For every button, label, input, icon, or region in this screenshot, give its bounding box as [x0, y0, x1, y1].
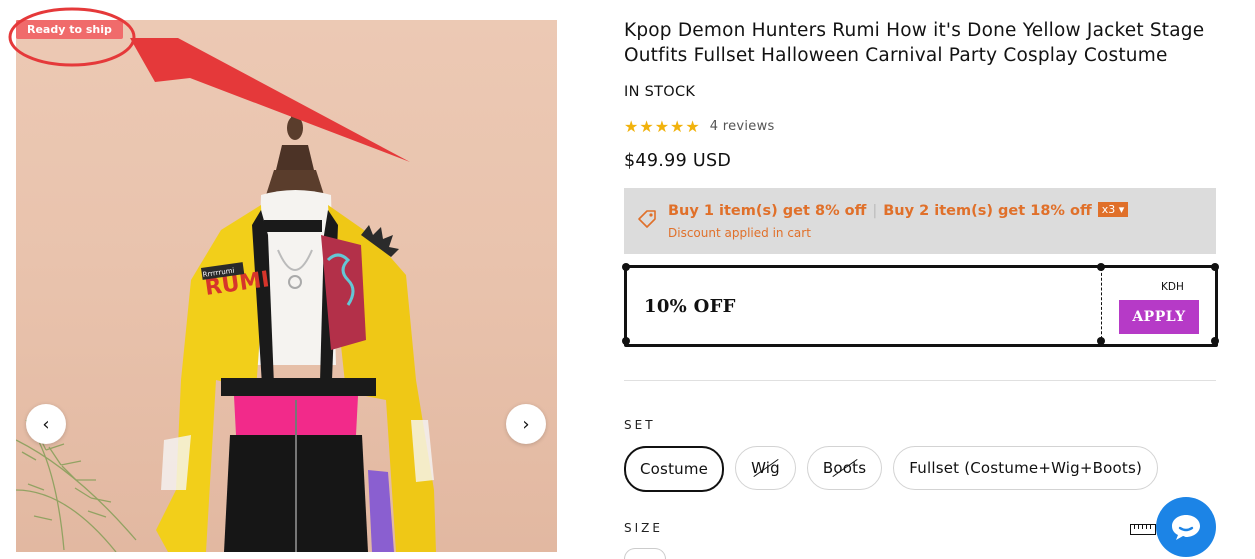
set-option-costume[interactable]: Costume — [624, 446, 725, 492]
set-option-boots[interactable]: Boots — [806, 446, 883, 490]
coupon-corner — [1097, 263, 1105, 271]
set-option-wig[interactable]: Wig — [735, 446, 796, 490]
apply-coupon-button[interactable]: APPLY — [1119, 300, 1199, 334]
caret-down-icon: ▾ — [1118, 203, 1125, 216]
set-options: Costume Wig Boots Fullset (Costume+Wig+B… — [624, 446, 1159, 492]
set-option-label: SET — [624, 418, 656, 432]
chat-button[interactable] — [1156, 497, 1216, 557]
star-icon: ★ — [639, 117, 654, 136]
coupon-divider — [1101, 268, 1102, 344]
star-icon: ★ — [624, 117, 639, 136]
offer-2: Buy 2 item(s) get 18% off — [883, 203, 1092, 219]
product-info: Kpop Demon Hunters Rumi How it's Done Ye… — [624, 18, 1216, 171]
review-count[interactable]: 4 reviews — [710, 119, 775, 134]
option-label: Costume — [640, 460, 709, 478]
size-option[interactable] — [624, 548, 666, 559]
rating[interactable]: ★ ★ ★ ★ ★ 4 reviews — [624, 117, 775, 136]
coupon-corner — [1211, 337, 1219, 345]
discount-note: Discount applied in cart — [668, 226, 811, 240]
price: $49.99 USD — [624, 151, 732, 171]
size-option-label: SIZE — [624, 521, 663, 535]
offer-1: Buy 1 item(s) get 8% off — [668, 203, 867, 219]
ready-to-ship-badge: Ready to ship — [16, 20, 123, 39]
product-image[interactable]: RUMI Rrrrrrumi — [16, 20, 557, 552]
tag-icon — [638, 210, 656, 228]
coupon-corner — [1211, 263, 1219, 271]
star-icon: ★ — [685, 117, 700, 136]
coupon-discount: 10% OFF — [644, 296, 736, 317]
stock-status: IN STOCK — [624, 84, 696, 100]
chevron-right-icon: › — [522, 413, 530, 435]
more-offers-count: x3 — [1101, 203, 1116, 216]
option-label: Fullset (Costume+Wig+Boots) — [909, 459, 1143, 477]
coupon-code: KDH — [1161, 281, 1184, 293]
next-image-button[interactable]: › — [506, 404, 546, 444]
coupon-corner — [622, 337, 630, 345]
set-option-fullset[interactable]: Fullset (Costume+Wig+Boots) — [893, 446, 1159, 490]
chevron-left-icon: ‹ — [42, 413, 50, 435]
chat-bubble-icon — [1172, 515, 1200, 540]
ruler-icon[interactable] — [1130, 524, 1156, 535]
coupon-card: 10% OFF KDH APPLY — [622, 263, 1219, 347]
offer-separator: | — [872, 203, 878, 219]
more-offers-dropdown[interactable]: x3 ▾ — [1097, 202, 1129, 217]
divider — [624, 380, 1216, 381]
coupon-corner — [1097, 337, 1105, 345]
product-title: Kpop Demon Hunters Rumi How it's Done Ye… — [624, 20, 1205, 66]
costume-photo: RUMI Rrrrrrumi — [16, 107, 436, 552]
star-icon: ★ — [670, 117, 685, 136]
coupon-corner — [622, 263, 630, 271]
quantity-discount-banner: Buy 1 item(s) get 8% off | Buy 2 item(s) g… — [624, 188, 1216, 254]
previous-image-button[interactable]: ‹ — [26, 404, 66, 444]
star-icon: ★ — [654, 117, 670, 136]
